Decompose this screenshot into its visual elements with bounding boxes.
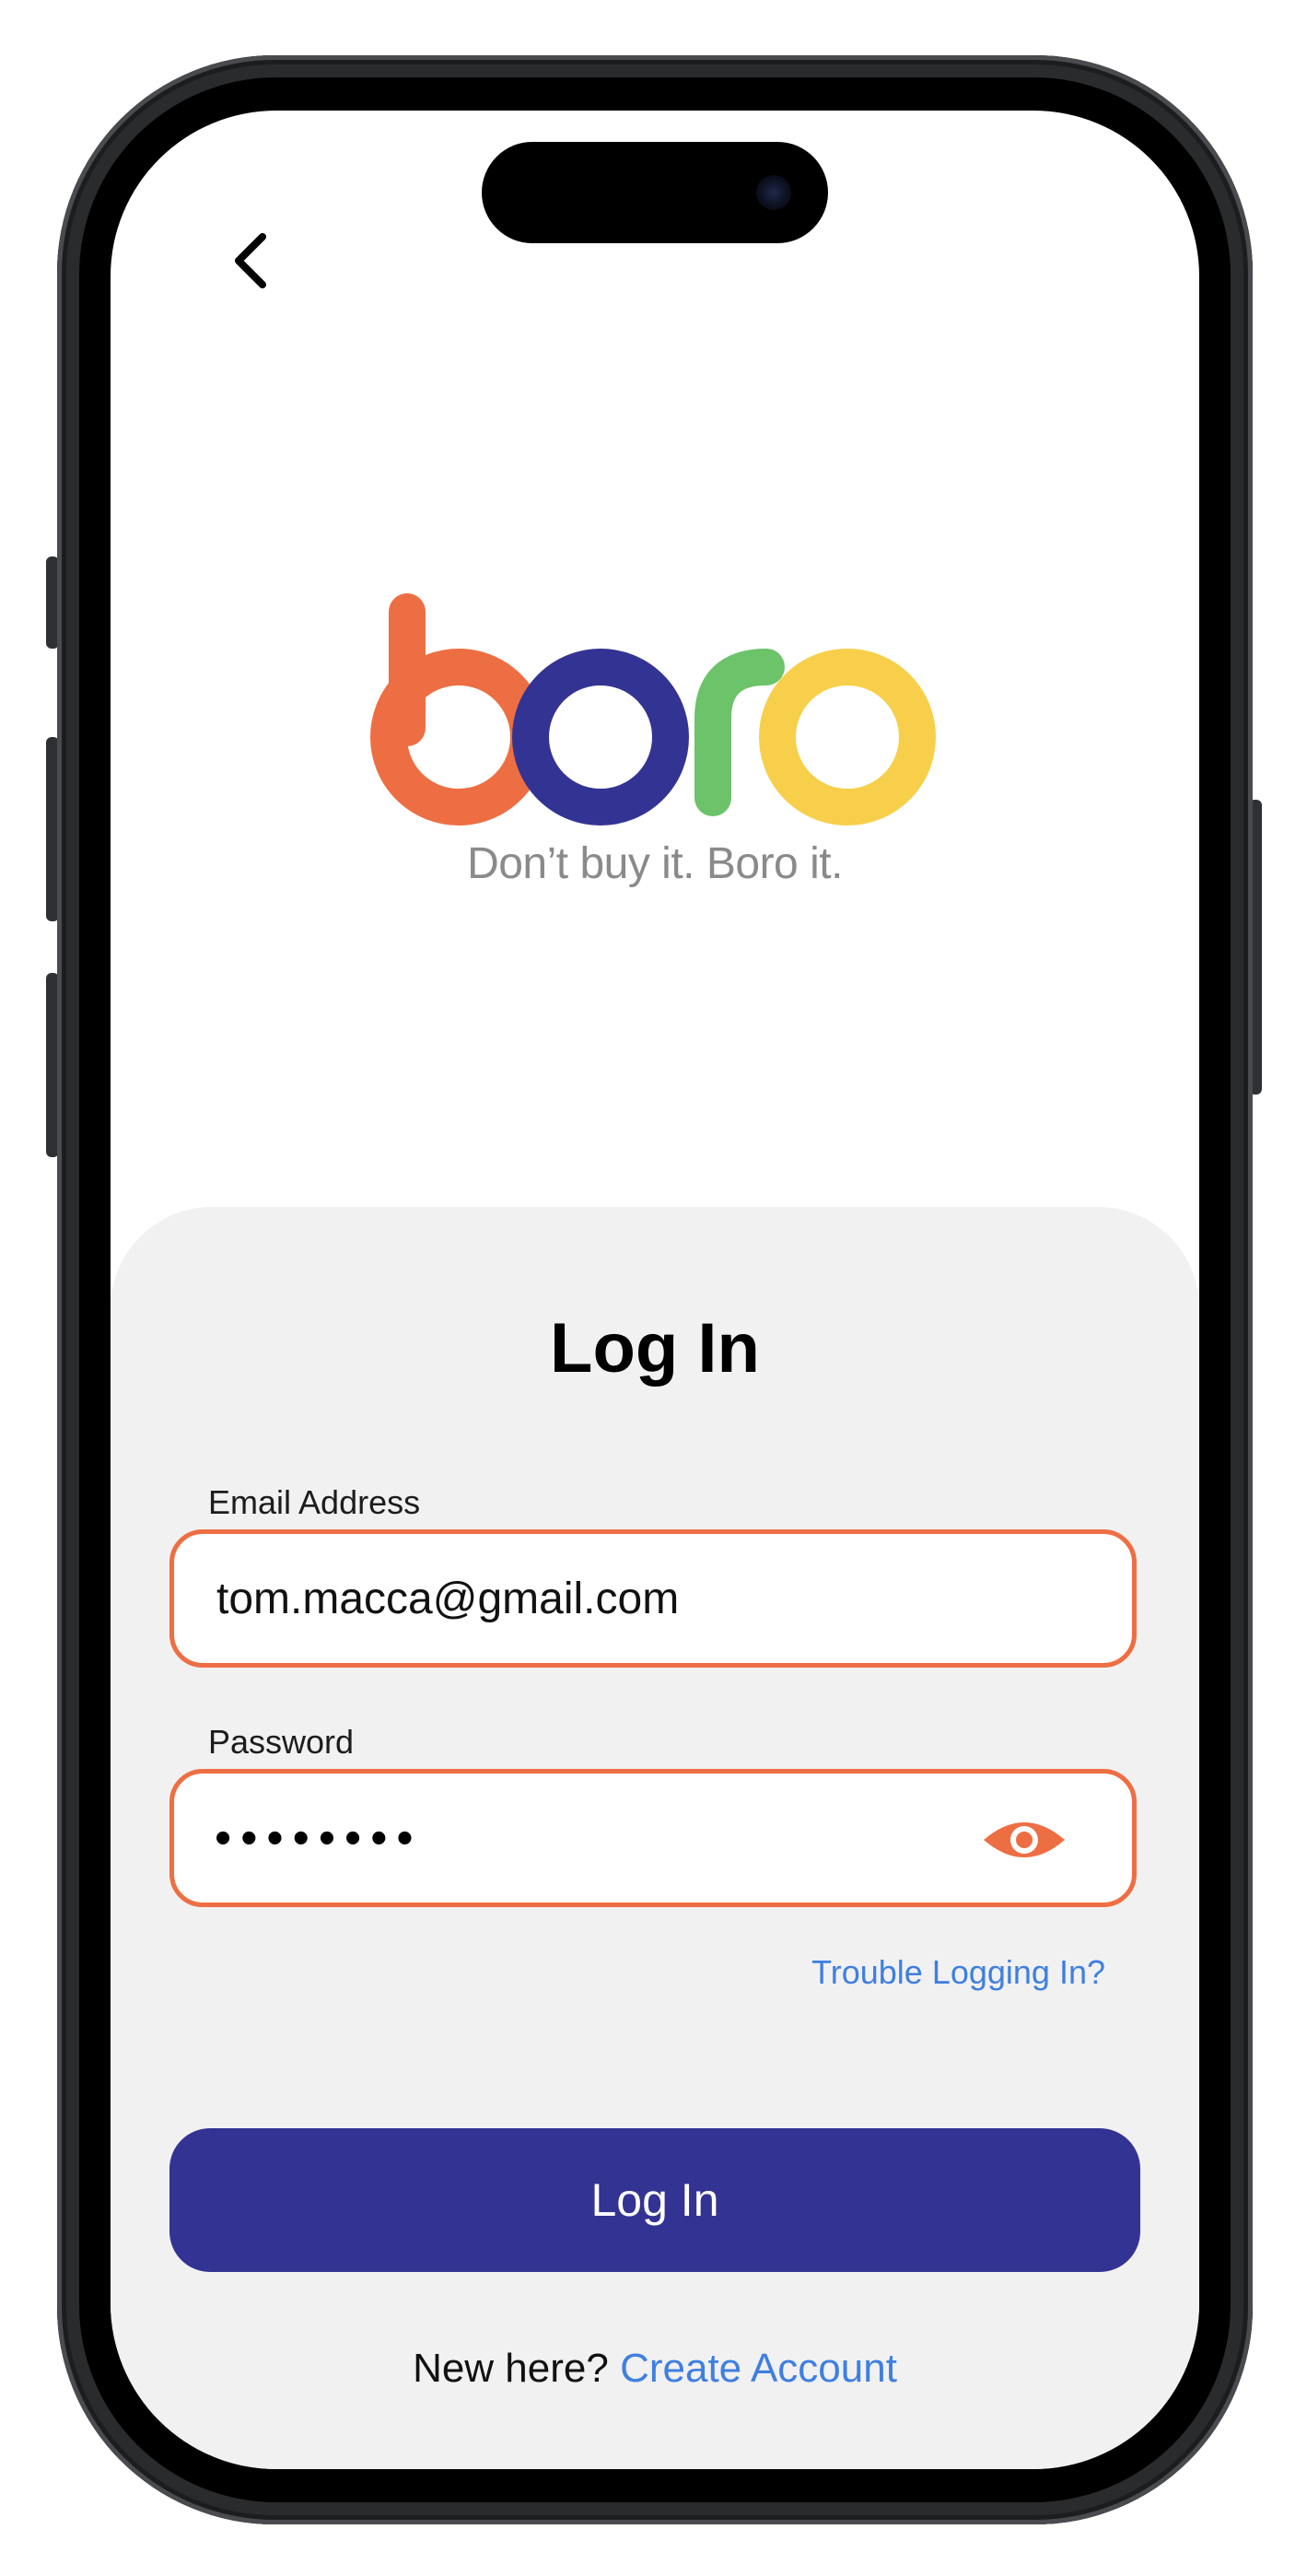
logo-letter-b xyxy=(370,593,547,825)
login-sheet: Log In Email Address tom.macca@gmail.com… xyxy=(111,1207,1199,2469)
email-field[interactable]: tom.macca@gmail.com xyxy=(169,1529,1137,1668)
trouble-logging-in-link[interactable]: Trouble Logging In? xyxy=(811,1953,1105,1992)
password-field[interactable]: •••••••• xyxy=(169,1769,1137,1907)
chevron-left-icon xyxy=(235,233,266,288)
password-value: •••••••• xyxy=(215,1811,423,1865)
email-value: tom.macca@gmail.com xyxy=(216,1574,680,1623)
login-title: Log In xyxy=(550,1309,760,1388)
eye-icon[interactable] xyxy=(981,1814,1068,1866)
back-button[interactable] xyxy=(210,219,293,302)
logo-letter-o-yellow xyxy=(759,649,936,825)
signup-prompt: New here? xyxy=(413,2346,621,2391)
dynamic-island xyxy=(482,142,828,243)
create-account-link[interactable]: Create Account xyxy=(620,2346,897,2391)
logo-letter-r xyxy=(694,649,785,816)
signup-row: New here? Create Account xyxy=(111,2346,1199,2392)
email-label: Email Address xyxy=(208,1483,421,1521)
front-camera xyxy=(756,175,791,210)
login-button[interactable]: Log In xyxy=(169,2128,1140,2272)
logo-letter-o-blue xyxy=(512,649,689,825)
brand-tagline: Don’t buy it. Boro it. xyxy=(467,839,843,888)
boro-logo xyxy=(370,593,936,825)
password-label: Password xyxy=(208,1723,355,1761)
app-screen: Don’t buy it. Boro it. Log In Email Addr… xyxy=(111,111,1199,2469)
